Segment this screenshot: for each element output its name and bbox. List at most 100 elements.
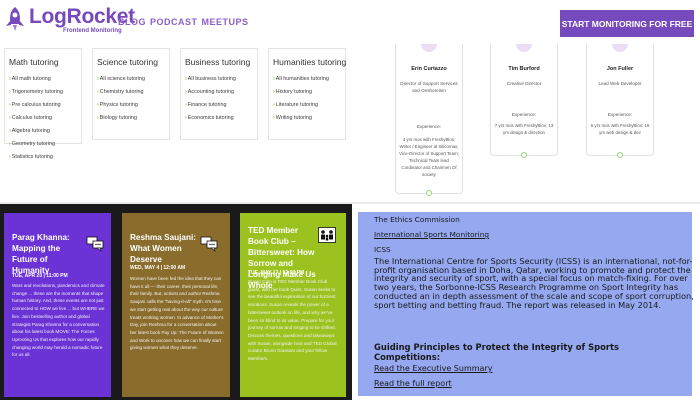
tutoring-link[interactable]: ›Trigonometry tutoring	[9, 86, 63, 99]
tutoring-link[interactable]: ›Biology tutoring	[97, 112, 145, 125]
team-member-card: Tim Burford Creative Director Experience…	[490, 44, 558, 158]
chevron-right-icon: ›	[273, 115, 275, 121]
tutoring-link[interactable]: ›Finance tutoring	[185, 99, 236, 112]
people-group-icon	[318, 227, 336, 243]
chevron-right-icon: ›	[9, 141, 11, 147]
member-experience-label: Experience:	[511, 112, 537, 117]
chevron-right-icon: ›	[97, 89, 99, 95]
chevron-right-icon: ›	[97, 76, 99, 82]
tutoring-link[interactable]: ›Literature tutoring	[273, 99, 329, 112]
tutoring-link[interactable]: ›All business tutoring	[185, 73, 236, 86]
tutoring-link[interactable]: ›All humanities tutoring	[273, 73, 329, 86]
event-card[interactable]: TED Member Book Club – Bittersweet: How …	[240, 213, 346, 397]
chevron-right-icon: ›	[185, 115, 187, 121]
event-card[interactable]: Parag Khanna: Mapping the Future of Huma…	[4, 213, 111, 397]
member-experience-label: Experience:	[607, 112, 633, 117]
chat-bubbles-icon	[86, 236, 104, 252]
tutoring-card-science: Science tutoring ›All science tutoring ›…	[92, 48, 170, 140]
tutoring-link[interactable]: ›Economics tutoring	[185, 112, 236, 125]
document-line-icss: ICSS	[374, 245, 391, 254]
team-panel: Erin Curtazzo Director of Support Servic…	[352, 44, 700, 204]
chevron-right-icon: ›	[9, 115, 11, 121]
tutoring-link[interactable]: ›Writing tutoring	[273, 112, 329, 125]
ethics-document-panel: The Ethics Commission International Spor…	[358, 212, 694, 396]
tutoring-panel: Math tutoring ›All math tutoring ›Trigon…	[0, 44, 352, 202]
tutoring-card-humanities: Humanities tutoring ›All humanities tuto…	[268, 48, 346, 140]
tutoring-card-title: Science tutoring	[97, 57, 158, 67]
team-member-card: Jon Fuller Lead Web Developer Experience…	[586, 44, 654, 158]
tutoring-link[interactable]: ›Pre calculus tutoring	[9, 99, 63, 112]
member-role: Lead Web Developer	[598, 81, 642, 86]
document-line-monitoring[interactable]: International Sports Monitoring	[374, 230, 489, 239]
tutoring-link[interactable]: ›Accounting tutoring	[185, 86, 236, 99]
expand-dot-icon[interactable]	[521, 152, 527, 158]
tutoring-link[interactable]: ›Physics tutoring	[97, 99, 145, 112]
chevron-right-icon: ›	[9, 154, 11, 160]
tutoring-link[interactable]: ›Calculus tutoring	[9, 112, 63, 125]
tutoring-link[interactable]: ›History tutoring	[273, 86, 329, 99]
executive-summary-link[interactable]: Read the Executive Summary	[374, 364, 492, 373]
member-name: Jon Fuller	[606, 66, 634, 72]
team-member-card: Erin Curtazzo Director of Support Servic…	[395, 44, 463, 196]
document-line-ethics: The Ethics Commission	[374, 215, 460, 224]
document-heading: Guiding Principles to Protect the Integr…	[374, 342, 620, 362]
tutoring-link[interactable]: ›Geometry tutoring	[9, 138, 63, 151]
tutoring-link[interactable]: ›Statistics tutoring	[9, 151, 63, 164]
tutoring-link[interactable]: ›All math tutoring	[9, 73, 63, 86]
tutoring-link-list: ›All humanities tutoring ›History tutori…	[273, 73, 329, 125]
events-panel: Parag Khanna: Mapping the Future of Huma…	[0, 204, 352, 400]
member-role: Director of Support Services and Onshore…	[400, 81, 458, 93]
member-details: 4 yrs mos with FreshyBlox; Writer / Engi…	[399, 137, 459, 177]
document-body: The International Centre for Sports Secu…	[374, 256, 694, 310]
member-experience-label: Experience:	[416, 124, 442, 129]
chevron-right-icon: ›	[273, 89, 275, 95]
tutoring-link[interactable]: ›All science tutoring	[97, 73, 145, 86]
expand-dot-icon[interactable]	[426, 190, 432, 196]
event-description: Women have been fed the idea that they c…	[130, 276, 224, 351]
logo-tagline: Frontend Monitoring	[63, 28, 122, 34]
chevron-right-icon: ›	[9, 89, 11, 95]
tutoring-card-title: Business tutoring	[185, 57, 251, 67]
member-photo	[421, 44, 437, 52]
event-date: TUE, MAY 17 | 12:00 PM	[248, 270, 305, 276]
start-monitoring-button[interactable]: START MONITORING FOR FREE	[560, 10, 694, 37]
event-card[interactable]: Reshma Saujani: What Women Deserve WED, …	[122, 213, 230, 397]
tutoring-card-title: Math tutoring	[9, 57, 59, 67]
event-description: Wars and revolutions, pandemics and clim…	[12, 283, 105, 358]
site-header: LogRocket Frontend Monitoring BLOG PODCA…	[0, 0, 700, 44]
tutoring-card-math: Math tutoring ›All math tutoring ›Trigon…	[4, 48, 82, 160]
chevron-right-icon: ›	[273, 76, 275, 82]
chevron-right-icon: ›	[9, 102, 11, 108]
tutoring-link-list: ›All math tutoring ›Trigonometry tutorin…	[9, 73, 63, 164]
chevron-right-icon: ›	[9, 76, 11, 82]
event-date: TUE, APR 20 | 11:00 PM	[12, 273, 68, 279]
chevron-right-icon: ›	[185, 102, 187, 108]
logrocket-logo[interactable]: LogRocket Frontend Monitoring	[4, 6, 135, 34]
event-title[interactable]: Parag Khanna: Mapping the Future of Huma…	[12, 232, 84, 276]
nav-podcast[interactable]: PODCAST	[150, 17, 198, 27]
member-name: Erin Curtazzo	[411, 66, 447, 72]
member-photo	[612, 44, 628, 52]
tutoring-card-business: Business tutoring ›All business tutoring…	[180, 48, 258, 140]
nav-meetups[interactable]: MEETUPS	[202, 17, 249, 27]
chevron-right-icon: ›	[185, 89, 187, 95]
member-role: Creative Director	[506, 81, 542, 86]
full-report-link[interactable]: Read the full report	[374, 379, 452, 388]
event-title[interactable]: Reshma Saujani: What Women Deserve	[130, 232, 202, 265]
member-name: Tim Burford	[508, 66, 540, 72]
top-nav: BLOG PODCAST MEETUPS	[118, 17, 249, 27]
tutoring-card-title: Humanities tutoring	[273, 57, 347, 67]
event-description: Susan Cain is TED Member Book Club guest…	[248, 279, 337, 362]
member-details: 6 yrs mos with FreshyBlox; 16 yrs web de…	[590, 123, 650, 135]
rocket-logo-icon	[6, 7, 24, 31]
tutoring-link[interactable]: ›Algebra tutoring	[9, 125, 63, 138]
chat-bubbles-icon	[200, 236, 218, 252]
chevron-right-icon: ›	[9, 128, 11, 134]
chevron-right-icon: ›	[97, 115, 99, 121]
tutoring-link[interactable]: ›Chemistry tutoring	[97, 86, 145, 99]
member-photo	[516, 44, 532, 52]
chevron-right-icon: ›	[185, 76, 187, 82]
expand-dot-icon[interactable]	[617, 152, 623, 158]
nav-blog[interactable]: BLOG	[118, 17, 146, 27]
event-date: WED, MAY 4 | 12:00 AM	[130, 265, 186, 271]
